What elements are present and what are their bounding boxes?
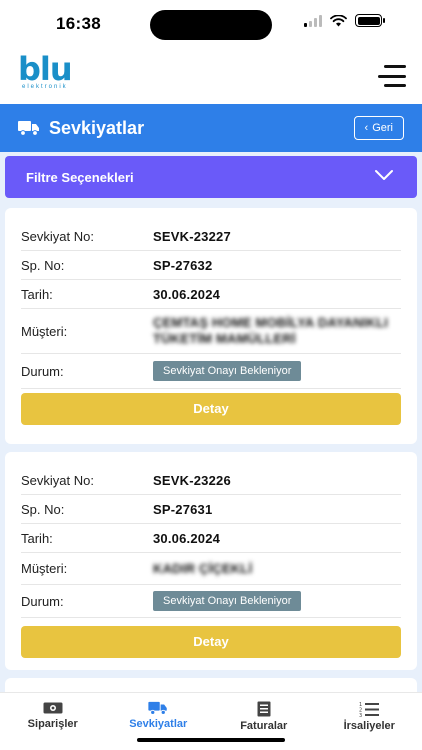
shipment-no-row: Sevkiyat No: SEVK-23227 <box>21 222 401 251</box>
menu-button[interactable] <box>378 65 406 87</box>
menu-line <box>384 84 406 87</box>
dynamic-island <box>150 10 272 40</box>
date-row: Tarih: 30.06.2024 <box>21 280 401 309</box>
order-no-value: SP-27631 <box>153 501 213 517</box>
page-header: Sevkiyatlar ‹ Geri <box>0 104 422 152</box>
tab-irsaliyeler[interactable]: 1 2 3 İrsaliyeler <box>317 693 422 750</box>
chevron-down-icon <box>375 170 393 180</box>
battery-icon <box>355 14 385 27</box>
order-no-label: Sp. No: <box>21 501 65 517</box>
menu-line <box>384 65 406 68</box>
status-badge: Sevkiyat Onayı Bekleniyor <box>153 591 302 611</box>
back-button[interactable]: ‹ Geri <box>353 116 404 140</box>
truck-icon <box>148 701 167 715</box>
tab-label: Sevkiyatlar <box>129 718 188 730</box>
status-badge: Sevkiyat Onayı Bekleniyor <box>153 361 302 381</box>
date-label: Tarih: <box>21 530 53 546</box>
truck-icon <box>18 121 39 136</box>
shipment-no-label: Sevkiyat No: <box>21 228 94 244</box>
date-row: Tarih: 30.06.2024 <box>21 524 401 553</box>
status-row: Durum: Sevkiyat Onayı Bekleniyor <box>21 354 401 389</box>
money-icon <box>43 702 63 714</box>
shipment-card: Sevkiyat No: SEVK-23227 Sp. No: SP-27632… <box>5 208 417 444</box>
order-no-label: Sp. No: <box>21 257 65 273</box>
filter-toggle[interactable]: Filtre Seçenekleri <box>5 156 417 198</box>
shipment-no-label: Sevkiyat No: <box>21 472 94 488</box>
order-no-value: SP-27632 <box>153 257 213 273</box>
numbered-list-icon: 1 2 3 <box>359 702 380 717</box>
shipment-card: Sevkiyat No: SEVK-23226 Sp. No: SP-27631… <box>5 452 417 670</box>
customer-label: Müşteri: <box>21 323 68 339</box>
tab-label: Siparişler <box>27 718 78 730</box>
app-header: blu elektronik <box>0 48 422 104</box>
filter-label: Filtre Seçenekleri <box>26 169 134 185</box>
logo-text: blu <box>18 50 73 88</box>
status-label: Durum: <box>21 363 64 379</box>
cellular-signal-icon <box>304 14 322 27</box>
invoice-icon <box>257 701 271 717</box>
customer-value: ÇEMTAŞ HOME MOBİLYA DAYANIKLI TÜKETİM MA… <box>153 315 389 346</box>
shipment-no-value: SEVK-23226 <box>153 472 231 488</box>
tab-label: İrsaliyeler <box>343 720 395 732</box>
status-row: Durum: Sevkiyat Onayı Bekleniyor <box>21 585 401 618</box>
customer-row: Müşteri: ÇEMTAŞ HOME MOBİLYA DAYANIKLI T… <box>21 309 401 354</box>
brand-logo[interactable]: blu elektronik <box>18 50 73 90</box>
customer-row: Müşteri: KADIR ÇİÇEKLİ <box>21 553 401 585</box>
customer-label: Müşteri: <box>21 561 68 576</box>
detail-button[interactable]: Detay <box>21 626 401 658</box>
tab-label: Faturalar <box>240 720 288 732</box>
date-value: 30.06.2024 <box>153 286 221 302</box>
shipment-no-value: SEVK-23227 <box>153 228 231 244</box>
status-bar: 16:38 <box>0 0 422 48</box>
status-time: 16:38 <box>56 14 101 33</box>
wifi-icon <box>330 14 347 26</box>
shipment-card-partial <box>5 678 417 692</box>
svg-text:3: 3 <box>359 713 362 717</box>
menu-line <box>378 74 406 78</box>
status-icons <box>304 14 385 27</box>
bottom-tab-bar: Siparişler Sevkiyatlar Faturalar 1 2 3 İ… <box>0 692 422 750</box>
detail-button[interactable]: Detay <box>21 393 401 425</box>
status-label: Durum: <box>21 593 64 609</box>
page-title: Sevkiyatlar <box>49 117 145 138</box>
home-indicator <box>137 738 285 742</box>
customer-value: KADIR ÇİÇEKLİ <box>153 560 253 576</box>
back-button-label: Geri <box>372 122 393 134</box>
chevron-left-icon: ‹ <box>364 122 369 134</box>
date-label: Tarih: <box>21 286 53 302</box>
order-no-row: Sp. No: SP-27631 <box>21 495 401 524</box>
logo-subtext: elektronik <box>22 84 68 90</box>
shipment-list[interactable]: Filtre Seçenekleri Sevkiyat No: SEVK-232… <box>0 152 422 692</box>
shipment-no-row: Sevkiyat No: SEVK-23226 <box>21 466 401 495</box>
date-value: 30.06.2024 <box>153 530 221 546</box>
tab-siparisler[interactable]: Siparişler <box>0 693 106 750</box>
order-no-row: Sp. No: SP-27632 <box>21 251 401 280</box>
